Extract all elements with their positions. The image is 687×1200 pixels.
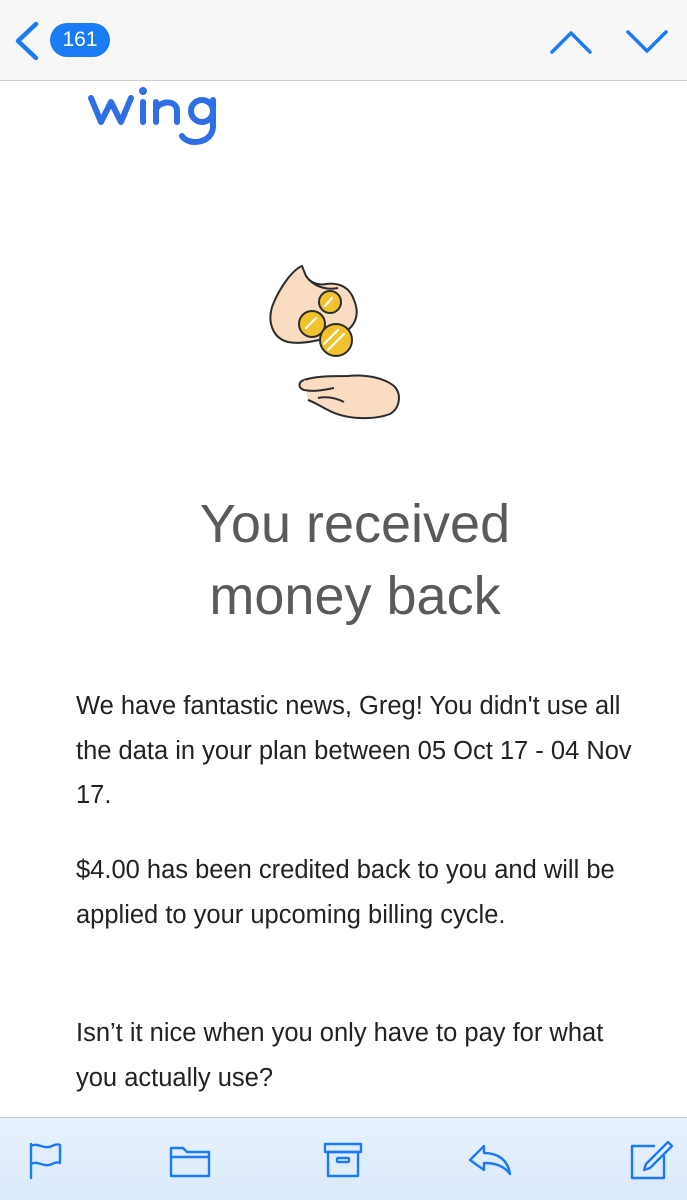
folder-icon (169, 1146, 211, 1178)
reply-button[interactable] (466, 1138, 512, 1182)
compose-button[interactable] (628, 1138, 674, 1182)
move-to-folder-button[interactable] (167, 1138, 213, 1182)
reply-icon (468, 1144, 512, 1176)
wing-logo-mark (88, 87, 216, 145)
chevron-left-icon (15, 21, 39, 61)
chevron-down-icon (626, 30, 668, 53)
flag-icon (29, 1142, 62, 1180)
hand-coins-icon (269, 264, 400, 420)
body-paragraph-3: Isn’t it nice when you only have to pay … (76, 1019, 604, 1092)
headline-line-2: money back (209, 566, 501, 626)
headline-line-1: You received (199, 494, 511, 554)
previous-message-button[interactable] (548, 24, 594, 58)
body-paragraph-2: $4.00 has been credited back to you and … (76, 856, 615, 929)
bottom-toolbar (0, 1117, 687, 1200)
money-back-illustration (262, 258, 412, 428)
unread-count-badge[interactable]: 161 (50, 23, 110, 57)
nav-bar: 161 (0, 0, 687, 81)
next-message-button[interactable] (624, 24, 670, 58)
archive-icon (323, 1142, 363, 1178)
compose-icon (630, 1140, 674, 1180)
flag-button[interactable] (22, 1138, 68, 1182)
body-paragraph-1: We have fantastic news, Greg! You didn't… (76, 692, 632, 809)
headline: You received money back (40, 488, 670, 632)
chevron-up-icon (550, 31, 592, 54)
wing-logo[interactable] (86, 82, 236, 162)
archive-button[interactable] (320, 1138, 366, 1182)
back-button[interactable] (10, 20, 44, 62)
